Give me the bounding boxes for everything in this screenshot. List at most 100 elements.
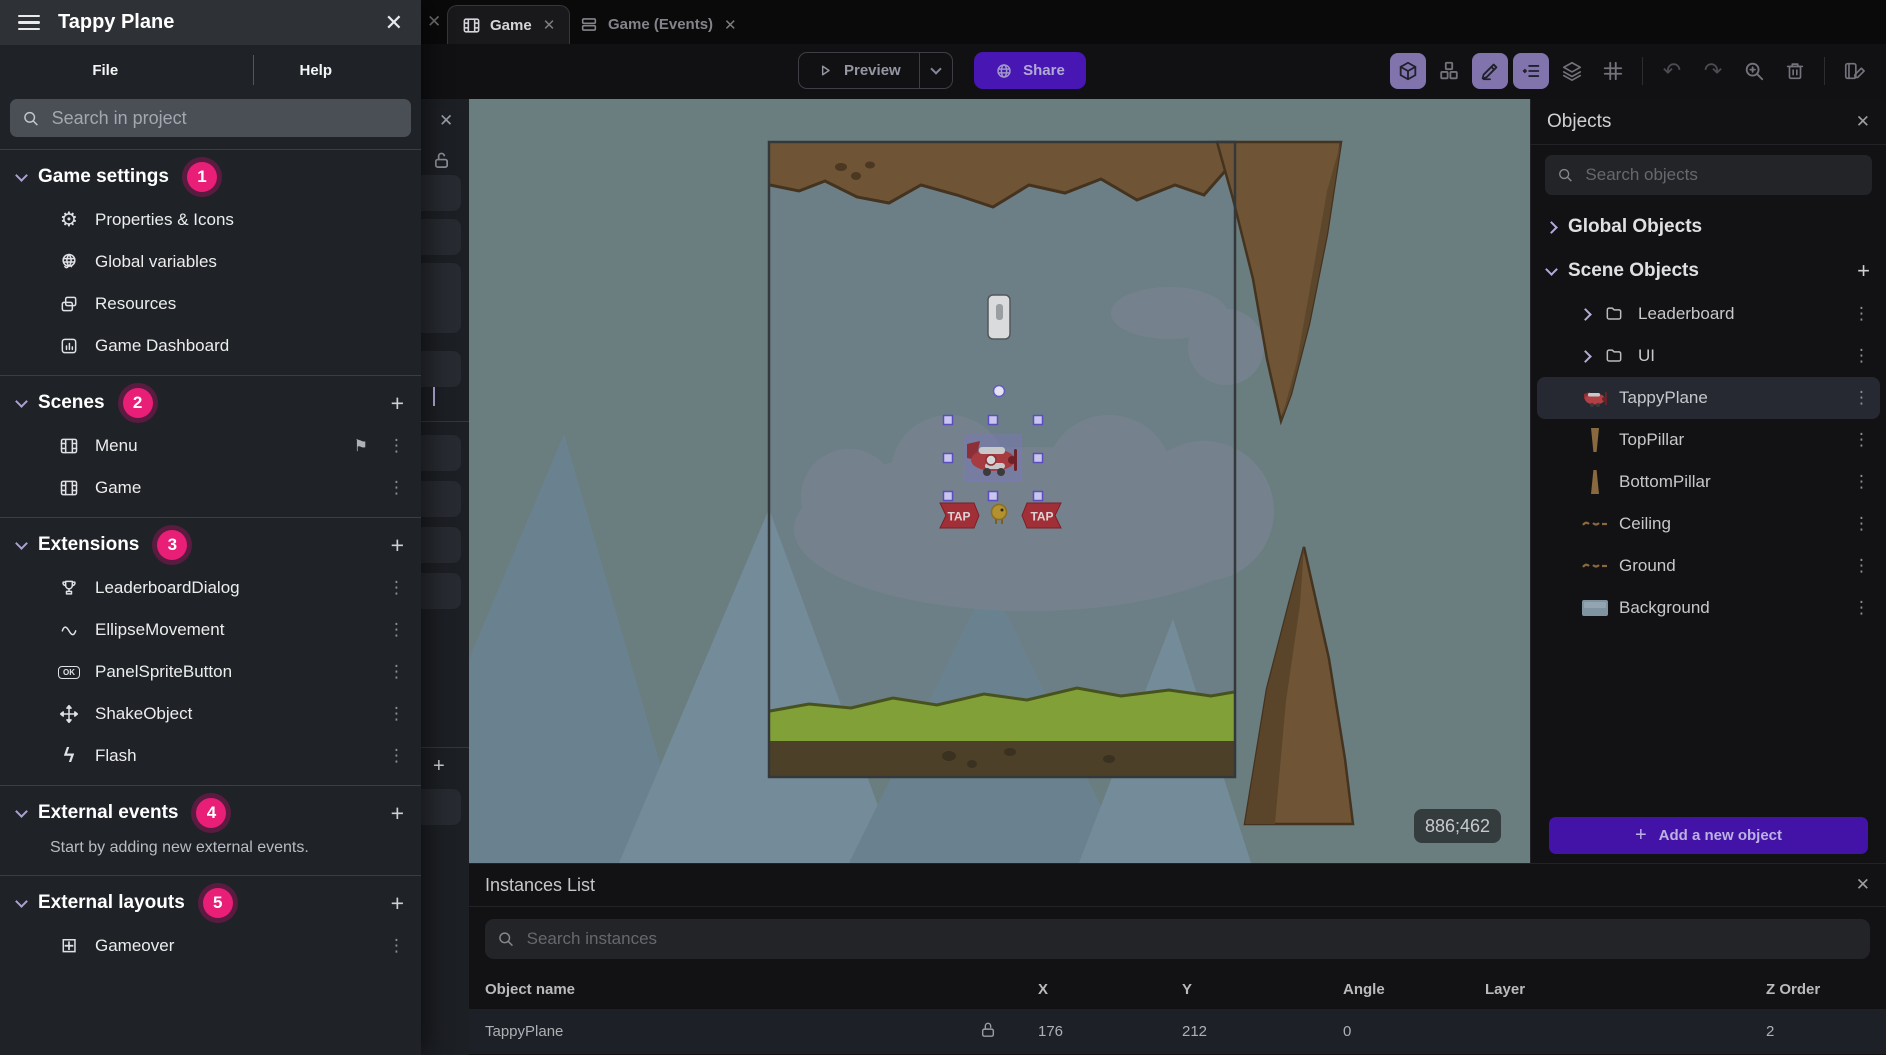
tab-game-events[interactable]: Game (Events) ✕	[565, 5, 751, 44]
kebab-menu-icon[interactable]: ⋮	[1853, 430, 1870, 450]
unlock-icon[interactable]	[980, 1021, 1038, 1043]
object-row-toppillar[interactable]: TopPillar ⋮	[1537, 419, 1880, 461]
kebab-menu-icon[interactable]: ⋮	[1853, 346, 1870, 366]
drawer-item-resources[interactable]: Resources	[0, 283, 421, 325]
close-icon[interactable]: ✕	[439, 111, 453, 131]
plus-icon[interactable]: +	[433, 755, 445, 778]
rotation-handle[interactable]	[994, 386, 1005, 397]
chevron-down-icon[interactable]	[433, 387, 435, 406]
col-layer[interactable]: Layer	[1485, 981, 1766, 998]
kebab-menu-icon[interactable]: ⋮	[1853, 472, 1870, 492]
redo-icon[interactable]: ↷	[1695, 53, 1731, 89]
section-header[interactable]: External events 4+	[0, 791, 421, 835]
tab-game[interactable]: Game ✕	[447, 5, 570, 44]
undo-icon[interactable]: ↶	[1654, 53, 1690, 89]
drawer-item-shakeobject[interactable]: ShakeObject ⋮	[0, 693, 421, 735]
object-row-ui[interactable]: UI ⋮	[1537, 335, 1880, 377]
drawer-item-menu[interactable]: Menu ⚑⋮	[0, 425, 421, 467]
instances-search-input[interactable]	[525, 928, 1858, 950]
edit-mode-icon[interactable]	[1472, 53, 1508, 89]
scene-canvas[interactable]: TAP TAP 886;462	[469, 99, 1530, 863]
instances-search[interactable]	[485, 919, 1870, 959]
add-icon[interactable]: +	[391, 532, 404, 559]
kebab-menu-icon[interactable]: ⋮	[388, 662, 405, 682]
objects-panel-icon[interactable]	[1390, 53, 1426, 89]
lock-icon[interactable]	[433, 151, 450, 175]
section-header[interactable]: Extensions 3+	[0, 523, 421, 567]
properties-panel-icon[interactable]	[1513, 53, 1549, 89]
section-header[interactable]: Scenes 2+	[0, 381, 421, 425]
drawer-item-game[interactable]: Game ⋮	[0, 467, 421, 509]
project-search[interactable]	[10, 99, 411, 137]
close-icon[interactable]: ✕	[1856, 875, 1870, 895]
close-icon[interactable]: ✕	[385, 10, 403, 36]
kebab-menu-icon[interactable]: ⋮	[388, 620, 405, 640]
menu-help[interactable]: Help	[211, 62, 422, 79]
kebab-menu-icon[interactable]: ⋮	[1853, 598, 1870, 618]
drawer-item-global variables[interactable]: Global variables	[0, 241, 421, 283]
col-z-order[interactable]: Z Order	[1766, 981, 1870, 998]
object-group-global-objects[interactable]: Global Objects	[1531, 205, 1886, 249]
kebab-menu-icon[interactable]: ⋮	[1853, 388, 1870, 408]
kebab-menu-icon[interactable]: ⋮	[388, 704, 405, 724]
object-row-background[interactable]: Background ⋮	[1537, 587, 1880, 629]
objects-search-input[interactable]	[1583, 164, 1860, 186]
grid-icon[interactable]	[1595, 53, 1631, 89]
drawer-item-gameover[interactable]: ⊞ Gameover ⋮	[0, 925, 421, 967]
close-icon[interactable]: ✕	[1856, 112, 1870, 132]
col-x[interactable]: X	[1038, 981, 1182, 998]
drawer-item-game dashboard[interactable]: Game Dashboard	[0, 325, 421, 367]
add-icon[interactable]: +	[391, 390, 404, 417]
kebab-menu-icon[interactable]: ⋮	[1853, 304, 1870, 324]
tab-close-icon[interactable]: ✕	[543, 16, 556, 34]
instance-row-tappyplane[interactable]: TappyPlane 176 212 0 2	[469, 1009, 1886, 1054]
objects-search[interactable]	[1545, 155, 1872, 195]
drawer-item-panelspritebutton[interactable]: OK PanelSpriteButton ⋮	[0, 651, 421, 693]
edit-scene-icon[interactable]	[1836, 53, 1872, 89]
section-header[interactable]: Game settings 1	[0, 155, 421, 199]
step-badge: 5	[203, 888, 233, 918]
drawer-item-leaderboarddialog[interactable]: LeaderboardDialog ⋮	[0, 567, 421, 609]
kebab-menu-icon[interactable]: ⋮	[388, 746, 405, 766]
preview-button[interactable]: Preview	[798, 52, 953, 89]
section-label: External events	[38, 802, 178, 824]
plane-icon	[1581, 388, 1609, 408]
object-group-scene-objects[interactable]: Scene Objects +	[1531, 249, 1886, 293]
object-row-ground[interactable]: Ground ⋮	[1537, 545, 1880, 587]
drawer-item-ellipsemovement[interactable]: EllipseMovement ⋮	[0, 609, 421, 651]
kebab-menu-icon[interactable]: ⋮	[388, 478, 405, 498]
tappy-plane-sprite[interactable]	[965, 435, 1021, 481]
section-label: External layouts	[38, 892, 185, 914]
share-button[interactable]: Share	[974, 52, 1086, 89]
col-angle[interactable]: Angle	[1343, 981, 1485, 998]
add-icon[interactable]: +	[1857, 258, 1870, 284]
preview-options-button[interactable]	[920, 53, 952, 88]
kebab-menu-icon[interactable]: ⋮	[1853, 556, 1870, 576]
drawer-item-properties & icons[interactable]: ⚙ Properties & Icons	[0, 199, 421, 241]
section-header[interactable]: External layouts 5 +	[0, 881, 421, 925]
hidden-tab-close-icon[interactable]: ✕	[427, 12, 441, 32]
object-row-ceiling[interactable]: Ceiling ⋮	[1537, 503, 1880, 545]
object-row-leaderboard[interactable]: Leaderboard ⋮	[1537, 293, 1880, 335]
instances-panel-icon[interactable]	[1431, 53, 1467, 89]
kebab-menu-icon[interactable]: ⋮	[388, 578, 405, 598]
add-icon[interactable]: +	[391, 890, 404, 917]
preview-label: Preview	[844, 62, 901, 79]
kebab-menu-icon[interactable]: ⋮	[1853, 514, 1870, 534]
project-search-input[interactable]	[50, 107, 399, 130]
add-object-button[interactable]: + Add a new object	[1549, 817, 1868, 854]
kebab-menu-icon[interactable]: ⋮	[388, 936, 405, 956]
object-row-tappyplane[interactable]: TappyPlane ⋮	[1537, 377, 1880, 419]
layers-panel-icon[interactable]	[1554, 53, 1590, 89]
col-object-name[interactable]: Object name	[485, 981, 980, 998]
zoom-in-icon[interactable]	[1736, 53, 1772, 89]
drawer-item-flash[interactable]: ϟ Flash ⋮	[0, 735, 421, 777]
menu-icon[interactable]	[18, 15, 40, 31]
kebab-menu-icon[interactable]: ⋮	[388, 436, 405, 456]
menu-file[interactable]: File	[0, 62, 211, 79]
add-icon[interactable]: +	[391, 800, 404, 827]
col-y[interactable]: Y	[1182, 981, 1343, 998]
tab-close-icon[interactable]: ✕	[724, 16, 737, 34]
object-row-bottompillar[interactable]: BottomPillar ⋮	[1537, 461, 1880, 503]
trash-icon[interactable]	[1777, 53, 1813, 89]
